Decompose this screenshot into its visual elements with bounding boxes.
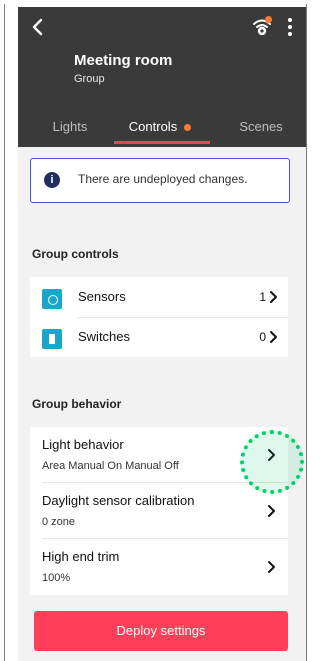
tap-highlight-indicator [240,430,304,494]
more-vertical-icon[interactable] [280,15,300,39]
group-controls-list: Sensors 1 Switches 0 [30,277,288,357]
high-end-trim-row[interactable]: High end trim 100% [30,539,288,595]
hub-icon[interactable] [250,15,274,39]
chevron-right-icon [270,291,277,303]
switches-count: 0 [259,330,266,344]
chevron-right-icon [270,331,277,343]
page-title: Meeting room [74,52,173,69]
sensors-row[interactable]: Sensors 1 [30,277,288,317]
screen-frame: Meeting room Group Lights Controls Scene… [0,0,311,661]
phone-screen: Meeting room Group Lights Controls Scene… [18,7,306,661]
page-subtitle: Group [74,73,105,85]
group-controls-title: Group controls [32,247,119,261]
switches-label: Switches [78,329,131,344]
back-icon[interactable] [26,15,50,39]
unsaved-badge [184,124,192,132]
tab-scenes-label: Scenes [239,119,283,134]
group-behavior-title: Group behavior [32,397,122,411]
app-header: Meeting room Group Lights Controls Scene… [18,7,306,147]
switch-icon [42,329,62,349]
high-end-trim-title: High end trim [42,549,120,564]
deploy-settings-button[interactable]: Deploy settings [34,611,288,651]
alert-text: There are undeployed changes. [78,172,248,186]
light-behavior-value: Area Manual On Manual Off [42,460,179,472]
switches-row[interactable]: Switches 0 [30,317,288,357]
chevron-right-icon [268,505,275,517]
light-behavior-title: Light behavior [42,437,124,452]
sensors-label: Sensors [78,289,126,304]
hub-status-dot [265,16,272,23]
frame-border-right [306,4,307,661]
sensor-icon [42,289,62,309]
daylight-calibration-value: 0 zone [42,516,76,528]
frame-border-left [4,4,5,661]
daylight-calibration-row[interactable]: Daylight sensor calibration 0 zone [30,483,288,539]
tab-lights[interactable]: Lights [36,119,104,147]
undeployed-changes-alert: i There are undeployed changes. [30,158,290,203]
info-icon: i [44,172,60,188]
chevron-right-icon [268,561,275,573]
tab-lights-label: Lights [52,119,88,134]
daylight-calibration-title: Daylight sensor calibration [42,493,195,508]
tab-scenes[interactable]: Scenes [226,119,296,147]
sensors-count: 1 [259,290,266,304]
high-end-trim-value: 100% [42,572,71,584]
active-tab-indicator [114,141,210,144]
tab-controls-label: Controls [128,119,178,134]
